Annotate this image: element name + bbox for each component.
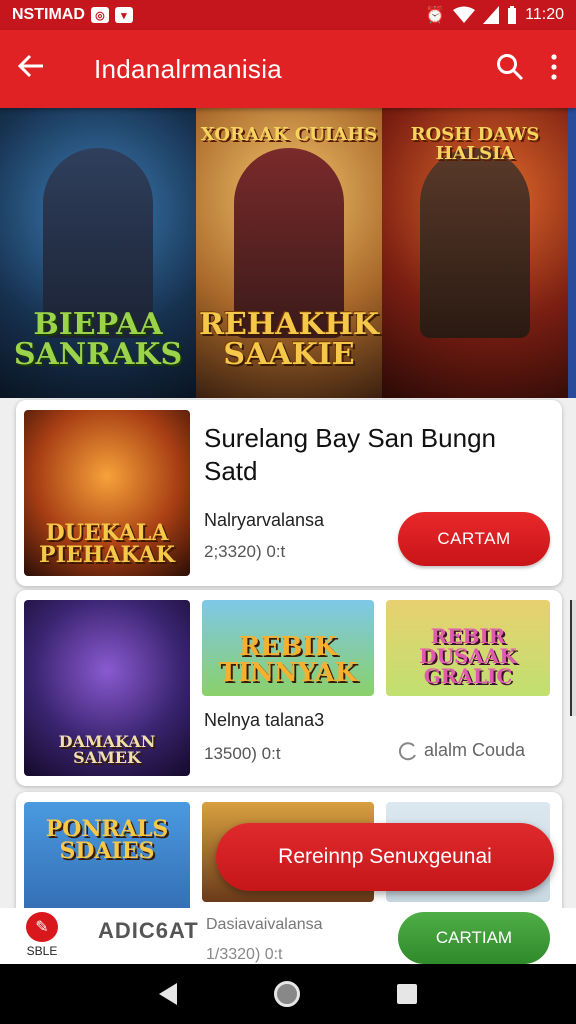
banner-poster-top-text: ROSH DAWS HALSIA	[410, 124, 540, 164]
nav-recents-icon[interactable]	[397, 984, 418, 1004]
card-meta: 1/3320) 0:t	[206, 946, 283, 963]
banner-carousel[interactable]: BIEPAA SANRAKS XORAAK CUIAHS REHAKHK SAA…	[0, 108, 576, 398]
notification-icon: ◎	[90, 7, 109, 23]
card-title: Surelang Bay San Bungn Satd	[204, 423, 496, 487]
signal-icon	[483, 6, 500, 24]
app-bar: Indanalrmanisia	[0, 30, 576, 108]
sale-label: SBLE	[26, 944, 58, 958]
search-icon[interactable]	[496, 53, 524, 86]
carrier-label: NSTIMAD	[12, 6, 85, 23]
status-bar: NSTIMAD ◎ ▾ ⏰ 11:20	[0, 0, 576, 30]
thumbnail-title: DUEKALA PIEHAKAK	[39, 520, 175, 568]
brand-label: ADIC6AT	[98, 918, 199, 943]
banner-poster-title: BIEPAA SANRAKS	[13, 307, 183, 372]
card-subtitle: Dasiavaivalansa	[206, 916, 323, 933]
card-subtitle: Nalryarvalansa	[204, 510, 325, 530]
alarm-icon: ⏰	[425, 7, 446, 24]
page-title: Indanalrmanisia	[94, 53, 283, 84]
banner-poster-title: REHAKHK SAAKIE	[199, 307, 379, 372]
card-meta: 2;3320) 0:t	[204, 542, 286, 561]
game-card[interactable]: DUEKALA PIEHAKAK Surelang Bay San Bungn …	[16, 400, 562, 586]
cart-button[interactable]: CARTAM	[398, 512, 550, 566]
banner-poster[interactable]: XORAAK CUIAHS REHAKHK SAAKIE	[196, 108, 382, 398]
cart-button-green[interactable]: CARTIAM	[398, 912, 550, 964]
thumbnail-title: REBIK TINNYAK	[218, 632, 358, 688]
thumbnail-title: PONRALS SDAIES	[45, 816, 169, 864]
game-thumbnail[interactable]: DAMAKAN SAMEK	[24, 600, 190, 776]
banner-poster[interactable]: BIEPAA SANRAKS	[0, 108, 196, 398]
floating-action-button[interactable]: Rereinnp Senuxgeunai	[216, 823, 554, 891]
game-thumbnail[interactable]: REBIK TINNYAK	[202, 600, 374, 696]
banner-poster-top-text: XORAAK CUIAHS	[200, 124, 378, 145]
game-thumbnail[interactable]: DUEKALA PIEHAKAK	[24, 410, 190, 576]
game-thumbnail[interactable]: REBIR DUSAAK GRALIC	[386, 600, 550, 696]
banner-poster[interactable]: ROSH DAWS HALSIA	[382, 108, 568, 398]
coupon-link-label: alalm Couda	[424, 740, 526, 760]
scrollbar[interactable]	[570, 600, 576, 716]
sale-tab[interactable]: ✎ SBLE	[26, 912, 58, 958]
clock: 11:20	[525, 6, 564, 23]
game-card[interactable]: DAMAKAN SAMEK REBIK TINNYAK REBIR DUSAAK…	[16, 590, 562, 786]
thumbnail-title: REBIR DUSAAK GRALIC	[419, 624, 517, 688]
back-arrow-icon[interactable]	[17, 52, 58, 86]
banner-poster-edge[interactable]	[568, 108, 576, 398]
wifi-icon	[453, 6, 476, 23]
nav-home-icon[interactable]	[273, 981, 300, 1007]
bottom-bar: ✎ SBLE ADIC6AT Dasiavaivalansa 1/3320) 0…	[0, 908, 576, 964]
refresh-icon	[398, 741, 416, 760]
battery-icon	[508, 6, 517, 24]
coupon-link[interactable]: alalm Couda	[398, 740, 525, 761]
system-nav-bar	[0, 964, 576, 1024]
download-icon: ▾	[114, 7, 133, 23]
sale-icon: ✎	[26, 912, 58, 942]
thumbnail-title: DAMAKAN SAMEK	[58, 732, 156, 767]
card-subtitle: Nelnya talana3	[204, 710, 325, 730]
more-options-icon[interactable]	[550, 53, 558, 85]
card-meta: 13500) 0:t	[204, 744, 281, 763]
nav-back-icon[interactable]	[158, 983, 177, 1005]
